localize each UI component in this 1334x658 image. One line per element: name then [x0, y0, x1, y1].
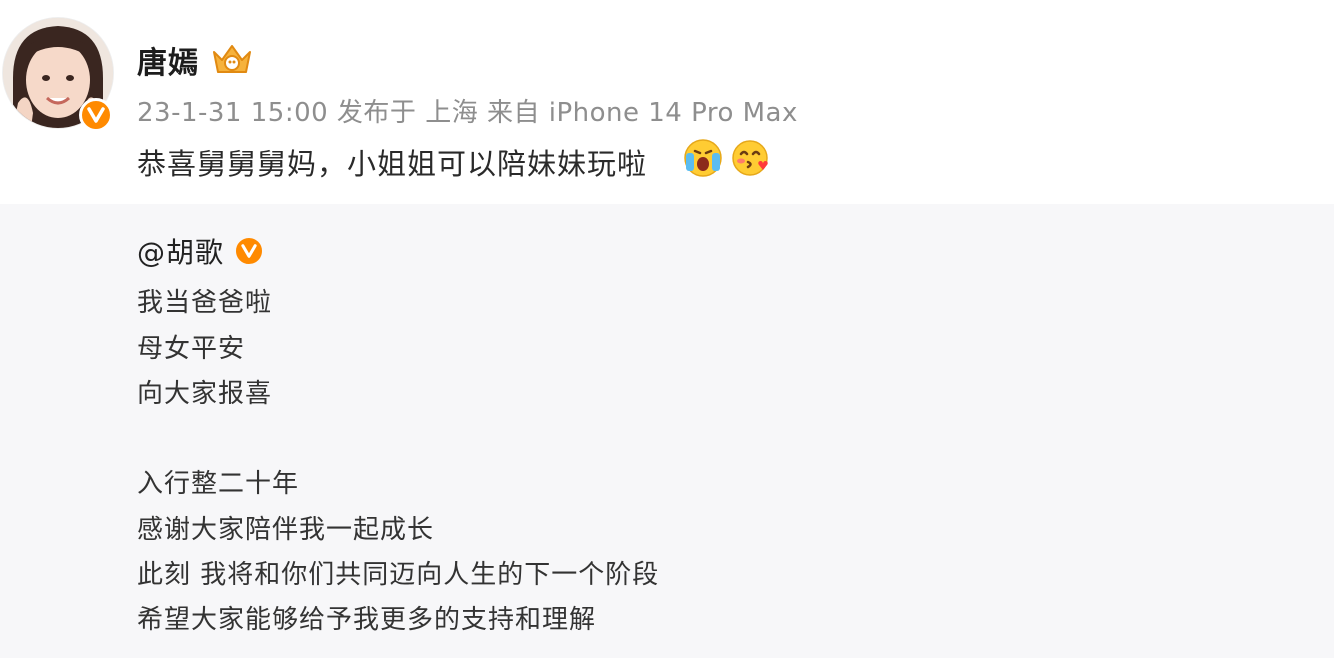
mention-link[interactable]: @胡歌 [137, 236, 224, 269]
post-card: 唐嫣 23-1-31 15:00 发布于 上海 来自 iPhone 14 Pro… [0, 0, 1334, 204]
repost-line: 此刻 我将和你们共同迈向人生的下一个阶段 [137, 560, 660, 590]
repost-line: 入行整二十年 [137, 469, 300, 499]
kiss-emoji-icon [732, 140, 768, 176]
post-text: 恭喜舅舅舅妈，小姐姐可以陪妹妹玩啦 [137, 147, 648, 181]
post-meta: 23-1-31 15:00 发布于 上海 来自 iPhone 14 Pro Ma… [137, 98, 798, 128]
repost-line: 母女平安 [137, 334, 246, 364]
repost-line: 向大家报喜 [137, 379, 273, 409]
crying-joy-emoji-icon [684, 139, 722, 177]
repost-line: 希望大家能够给予我更多的支持和理解 [137, 605, 597, 635]
verified-v-icon [234, 236, 265, 266]
vip-crown-icon[interactable] [210, 40, 254, 78]
mention-row: @胡歌 [137, 231, 265, 271]
repost-line: 我当爸爸啦 [137, 288, 273, 318]
verified-v-icon [79, 98, 113, 132]
repost-line: 感谢大家陪伴我一起成长 [137, 515, 435, 545]
author-name[interactable]: 唐嫣 [137, 38, 199, 82]
